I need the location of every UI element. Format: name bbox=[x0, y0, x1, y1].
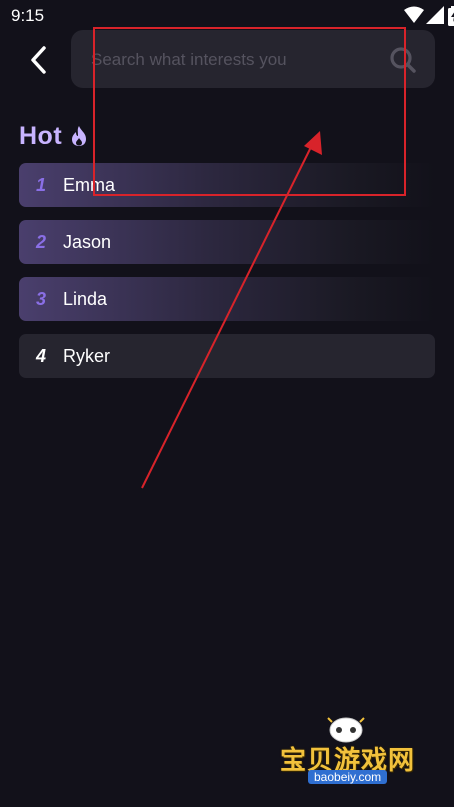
back-button[interactable] bbox=[18, 40, 58, 80]
hot-list-item[interactable]: 3 Linda bbox=[19, 277, 435, 321]
item-name: Linda bbox=[63, 288, 108, 309]
watermark-logo: 宝贝游戏网 baobeiy.com bbox=[268, 712, 448, 807]
hot-title: Hot bbox=[19, 121, 63, 150]
rank-number: 1 bbox=[35, 174, 46, 195]
hot-section-heading: Hot bbox=[19, 120, 88, 152]
hot-list: 1 Emma 2 Jason 3 Linda 4 Ryker bbox=[19, 163, 435, 391]
signal-icon bbox=[426, 6, 444, 24]
rank-number: 2 bbox=[35, 231, 46, 252]
watermark-url: baobeiy.com bbox=[308, 770, 388, 784]
battery-icon bbox=[448, 6, 454, 26]
rank-number: 4 bbox=[35, 345, 46, 366]
back-arrow-icon bbox=[31, 46, 46, 74]
item-name: Jason bbox=[63, 231, 112, 252]
hot-list-item[interactable]: 4 Ryker bbox=[19, 334, 435, 378]
wifi-icon bbox=[404, 6, 424, 23]
annotation-highlight-box bbox=[93, 27, 406, 196]
rank-number: 3 bbox=[35, 288, 46, 309]
hot-list-item[interactable]: 2 Jason bbox=[19, 220, 435, 264]
item-name: Ryker bbox=[63, 345, 111, 366]
flame-icon bbox=[72, 126, 87, 146]
status-time: 9:15 bbox=[11, 6, 45, 25]
